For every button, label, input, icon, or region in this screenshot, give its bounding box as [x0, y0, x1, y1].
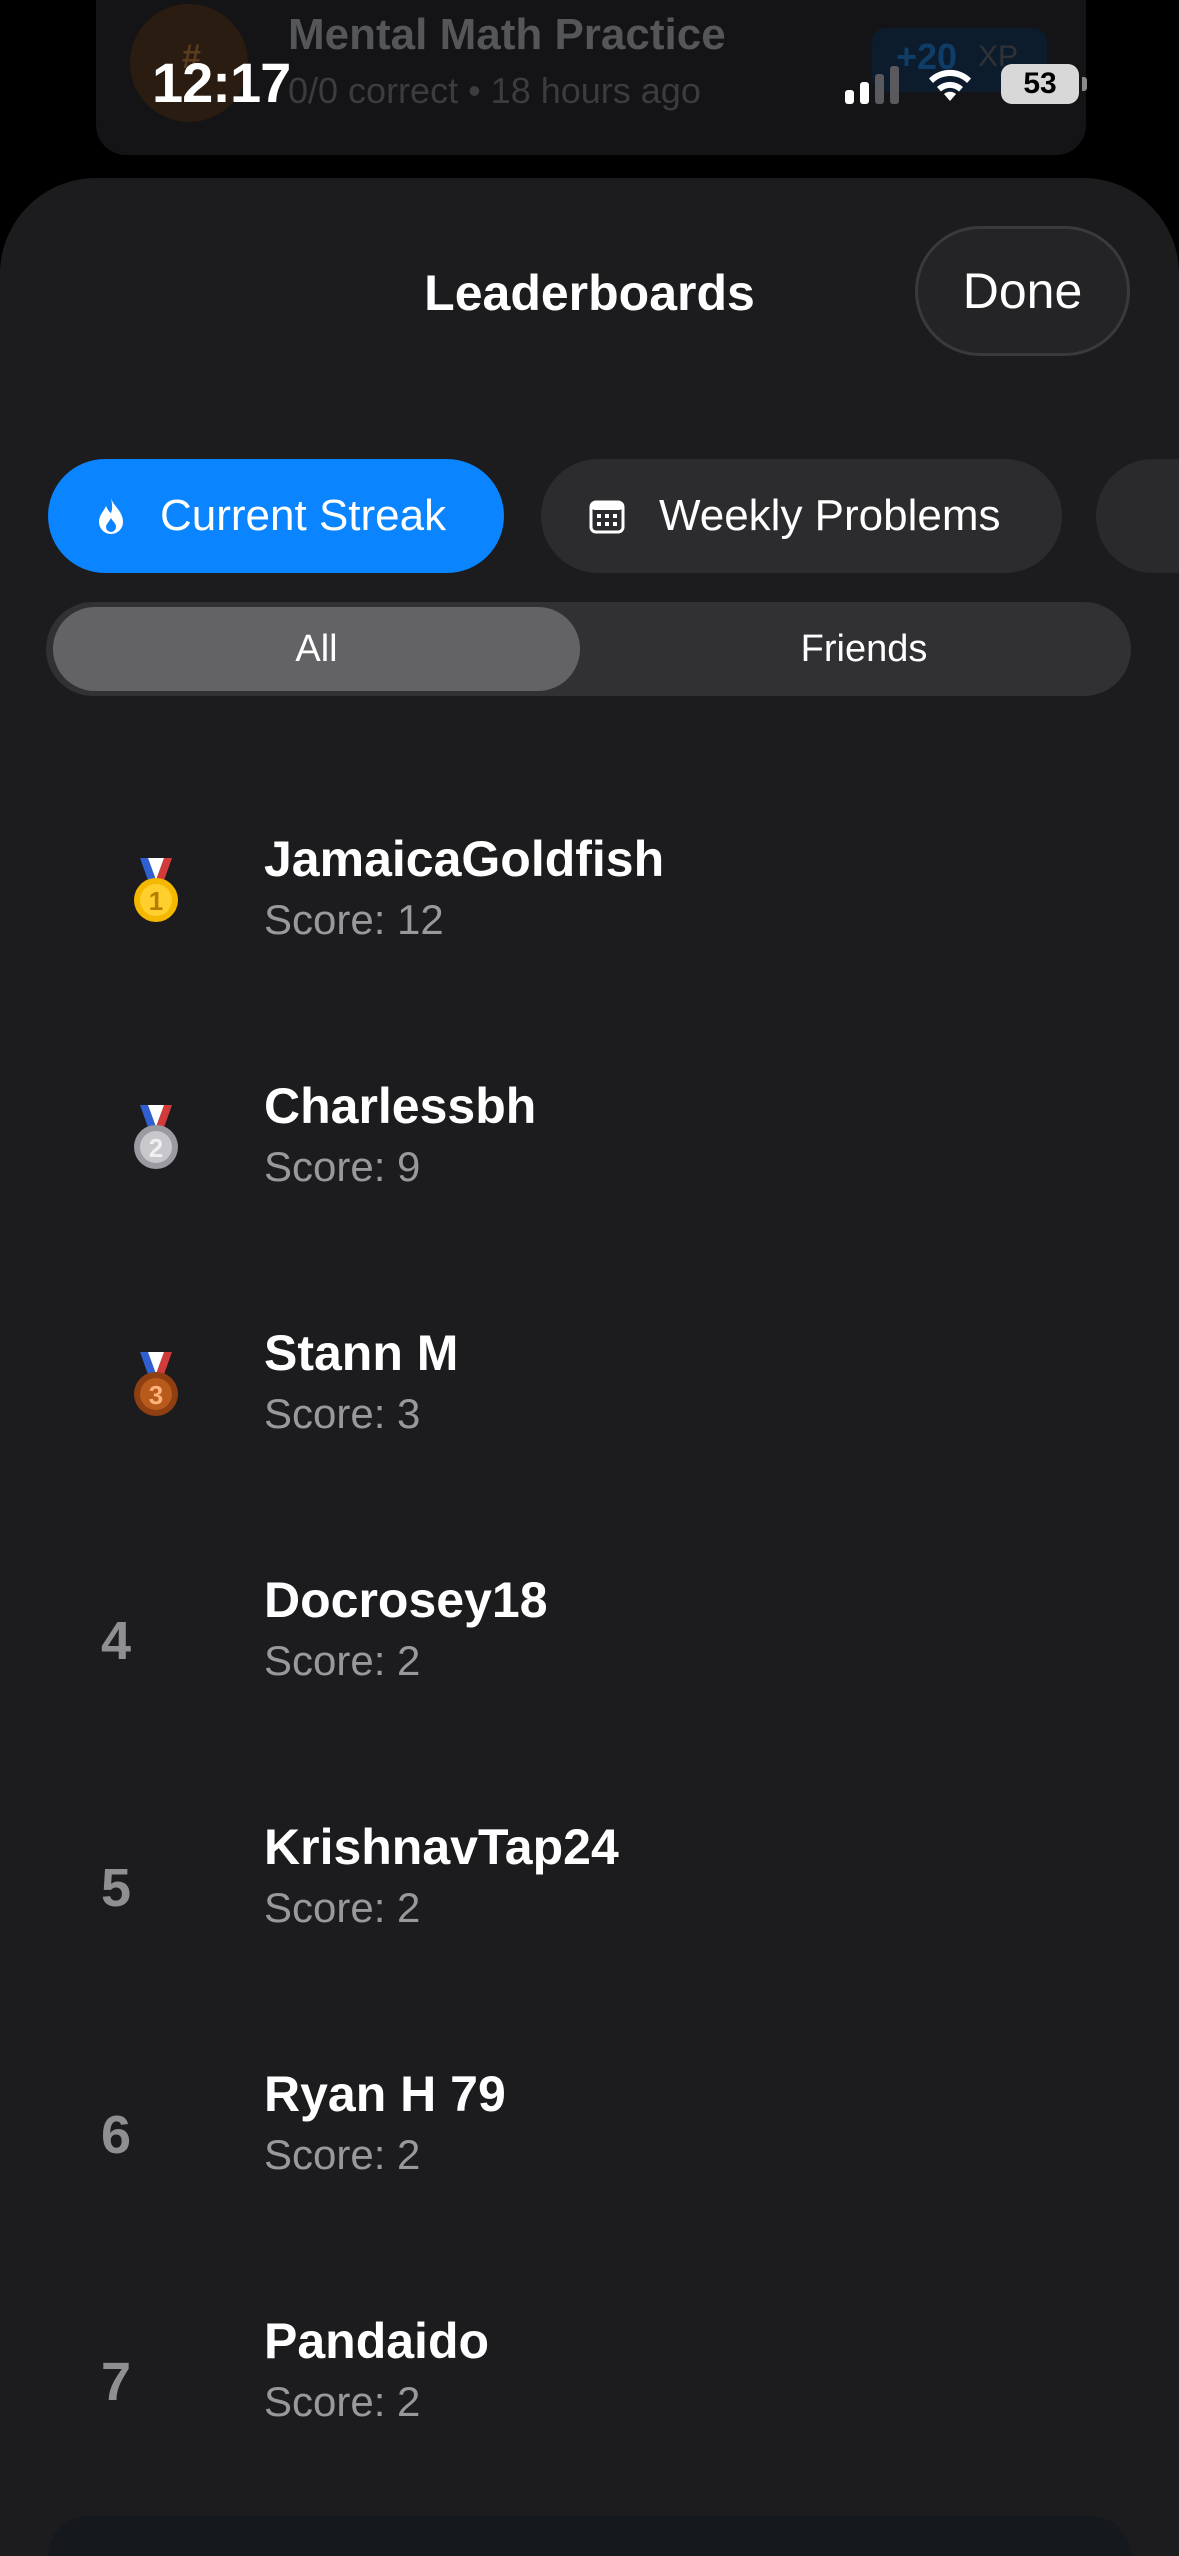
segment-all[interactable]: All [53, 607, 580, 691]
svg-text:1: 1 [149, 886, 163, 916]
background-card-subtitle: 0/0 correct • 18 hours ago [288, 70, 701, 111]
player-score: Score: 12 [264, 896, 444, 943]
player-name: Pandaido [264, 2313, 490, 2369]
chip-weekly-problems[interactable]: Weekly Problems [541, 459, 1062, 573]
chip-current-streak[interactable]: Current Streak [48, 459, 504, 573]
player-score: Score: 2 [264, 1637, 421, 1684]
leaderboard-row[interactable]: 1 JamaicaGoldfish Score: 12 [0, 830, 1179, 980]
flame-icon [99, 498, 123, 534]
rank-number: 6 [100, 2105, 132, 2165]
player-score: Score: 9 [264, 1143, 421, 1190]
scope-segmented-control: All Friends [46, 602, 1131, 696]
leaderboard-row[interactable]: 3 Stann M Score: 3 [0, 1324, 1179, 1474]
player-name: Stann M [264, 1325, 459, 1381]
player-name: JamaicaGoldfish [264, 831, 665, 887]
status-indicators: 53 [845, 62, 1087, 106]
wifi-icon [929, 69, 971, 101]
category-chips: Current Streak Weekly Problems [48, 459, 1179, 575]
chip-trophy[interactable] [1096, 459, 1179, 573]
player-name: Docrosey18 [264, 1572, 548, 1628]
leaderboard-row[interactable]: 5 KrishnavTap24 Score: 2 [0, 1818, 1179, 1968]
leaderboard-row[interactable]: 2 Charlessbh Score: 9 [0, 1077, 1179, 1227]
player-name: Charlessbh [264, 1078, 537, 1134]
player-score: Score: 2 [264, 2131, 421, 2178]
player-score: Score: 2 [264, 1884, 421, 1931]
bronze-medal-icon: 3 [134, 1352, 178, 1416]
battery-indicator: 53 [1001, 64, 1087, 104]
cellular-signal-icon [845, 64, 899, 104]
player-name: Ryan H 79 [264, 2066, 506, 2122]
rank-number: 5 [100, 1858, 132, 1918]
gold-medal-icon: 1 [134, 858, 178, 922]
screen: # Mental Math Practice 0/0 correct • 18 … [0, 0, 1179, 2556]
silver-medal-icon: 2 [134, 1105, 178, 1169]
player-score: Score: 2 [264, 2378, 421, 2425]
svg-text:2: 2 [149, 1133, 163, 1163]
leaderboard-row[interactable]: 4 Docrosey18 Score: 2 [0, 1571, 1179, 1721]
background-card-title: Mental Math Practice [288, 10, 726, 59]
status-time: 12:17 [152, 51, 291, 114]
player-score: Score: 3 [264, 1390, 421, 1437]
rank-number: 7 [100, 2352, 132, 2412]
leaderboard-row[interactable]: 7 Pandaido Score: 2 [0, 2312, 1179, 2462]
rank-number: 4 [100, 1611, 132, 1671]
segment-friends[interactable]: Friends [604, 607, 1124, 691]
done-button[interactable]: Done [915, 226, 1130, 356]
leaderboard-row[interactable]: 6 Ryan H 79 Score: 2 [0, 2065, 1179, 2215]
bottom-panel [48, 2516, 1131, 2556]
calendar-icon [589, 500, 625, 534]
chip-label: Weekly Problems [659, 491, 1001, 540]
svg-text:3: 3 [149, 1380, 163, 1410]
player-name: KrishnavTap24 [264, 1819, 619, 1875]
chip-label: Current Streak [160, 491, 447, 540]
